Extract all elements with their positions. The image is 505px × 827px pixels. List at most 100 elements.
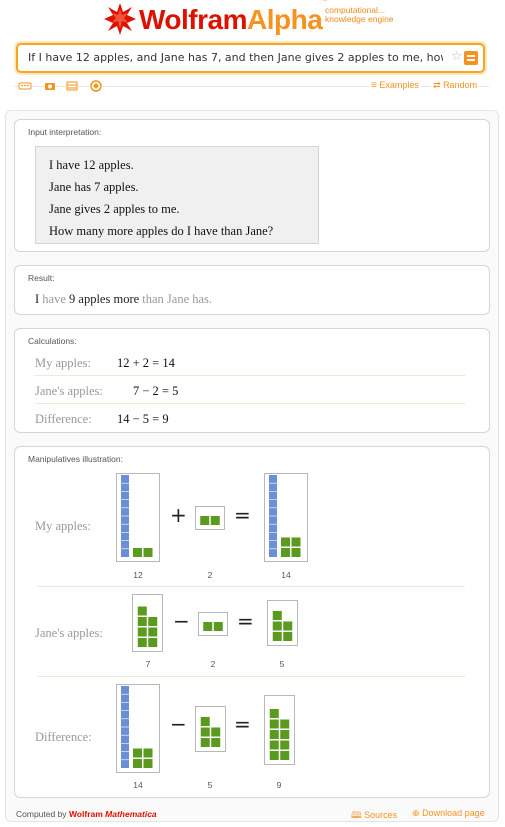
- favorite-star-icon[interactable]: ☆: [451, 49, 463, 64]
- interp-line: Jane gives 2 apples to me.: [49, 202, 180, 216]
- blocks-12: [121, 475, 153, 557]
- pod-calculations: Calculations: My apples: 12 + 2 = 14 Jan…: [14, 328, 490, 433]
- unit-cube: [210, 516, 220, 525]
- unit-cube: [137, 606, 147, 616]
- unit-cube: [200, 727, 210, 737]
- manipulative-frame: [264, 695, 295, 765]
- unit-cube: [291, 548, 301, 557]
- row-divider: [37, 586, 465, 587]
- pod-manipulatives: Manipulatives illustration: My apples: 1…: [14, 446, 490, 798]
- blocks-7: [137, 606, 158, 647]
- table-icon[interactable]: [66, 81, 78, 91]
- manipulative-frame: [267, 600, 298, 646]
- unit-cube: [269, 730, 279, 739]
- manipulative-frame: [116, 473, 160, 562]
- wolfram-star-icon: [104, 3, 136, 35]
- unit-cube: [272, 621, 282, 631]
- pod-title: Result:: [28, 273, 55, 283]
- logo-wolfram: Wolfram: [139, 4, 248, 35]
- unit-cube: [272, 632, 282, 641]
- quantity-label: 5: [279, 659, 285, 669]
- equals-sign: =: [237, 609, 254, 633]
- unit-cube: [133, 548, 142, 557]
- manipulative-frame: [195, 506, 225, 530]
- search-input-text[interactable]: If I have 12 apples, and Jane has 7, and…: [28, 51, 443, 64]
- manip-label: Difference:: [35, 730, 92, 744]
- quantity-label: 7: [145, 659, 151, 669]
- unit-cube: [269, 709, 279, 718]
- blocks-5: [272, 611, 293, 641]
- random-link[interactable]: ⇄ Random: [431, 80, 480, 91]
- quantity-label: 14: [281, 570, 291, 580]
- unit-cube: [137, 617, 147, 626]
- calc-expression: 14 − 5 = 9: [117, 412, 169, 426]
- sources-icon: 🕮: [351, 810, 362, 820]
- unit-cube: [272, 611, 282, 620]
- quantity-label: 2: [210, 659, 216, 669]
- operator: −: [170, 712, 187, 736]
- unit-cube: [281, 537, 290, 547]
- unit-cube: [211, 727, 221, 737]
- unit-cube: [137, 638, 147, 647]
- unit-cube: [280, 751, 290, 760]
- wolfram-alpha-logo[interactable]: WolframAlpha®: [139, 0, 328, 36]
- pod-input-interpretation: Input interpretation: I have 12 apples. …: [14, 119, 490, 252]
- unit-cube: [269, 751, 279, 760]
- unit-cube: [211, 738, 221, 747]
- unit-cube: [281, 548, 290, 557]
- calc-label: Difference:: [35, 412, 92, 426]
- calc-expression: 7 − 2 = 5: [133, 384, 179, 398]
- unit-cube: [133, 748, 142, 758]
- unit-cube: [283, 621, 293, 631]
- unit-cube: [148, 617, 158, 626]
- camera-icon[interactable]: [44, 81, 56, 91]
- pod-title: Manipulatives illustration:: [28, 454, 123, 464]
- equals-icon[interactable]: [464, 51, 478, 65]
- manipulative-frame: [195, 706, 226, 752]
- quantity-label: 5: [207, 780, 213, 790]
- blocks-9: [269, 709, 290, 760]
- keyboard-icon[interactable]: [18, 81, 32, 91]
- examples-link[interactable]: ≡ Examples: [369, 80, 421, 91]
- interp-line: I have 12 apples.: [49, 158, 134, 172]
- operator: −: [173, 609, 190, 633]
- computed-by[interactable]: Computed by Wolfram Mathematica: [16, 809, 157, 819]
- pod-title: Input interpretation:: [28, 127, 102, 137]
- row-divider: [35, 403, 465, 404]
- unit-cube: [291, 537, 301, 547]
- calc-label: My apples:: [35, 356, 91, 370]
- manip-label: Jane's apples:: [35, 626, 103, 640]
- unit-cube: [143, 748, 153, 758]
- interpretation-box: I have 12 apples. Jane has 7 apples. Jan…: [35, 146, 319, 244]
- unit-cube: [148, 627, 158, 637]
- unit-cube: [280, 730, 290, 739]
- equals-sign: =: [234, 503, 251, 527]
- manip-label: My apples:: [35, 519, 91, 533]
- manipulative-frame: [198, 612, 228, 636]
- manipulative-frame: [116, 684, 160, 773]
- interp-line: Jane has 7 apples.: [49, 180, 139, 194]
- unit-cube: [213, 622, 223, 631]
- row-divider: [37, 676, 465, 677]
- row-divider: [35, 375, 465, 376]
- pod-title: Calculations:: [28, 336, 77, 346]
- blocks-5: [200, 717, 221, 747]
- interp-line: How many more apples do I have than Jane…: [49, 224, 274, 238]
- unit-cube: [137, 627, 147, 637]
- unit-cube: [200, 516, 210, 525]
- unit-cube: [148, 638, 158, 647]
- tagline: computational... knowledge engine: [325, 5, 394, 24]
- download-icon: ⊕: [412, 808, 420, 818]
- search-input[interactable]: If I have 12 apples, and Jane has 7, and…: [16, 43, 485, 73]
- quantity-label: 14: [133, 780, 143, 790]
- sources-link[interactable]: 🕮 Sources: [351, 808, 397, 824]
- calc-expression: 12 + 2 = 14: [117, 356, 175, 370]
- unit-cube: [143, 759, 153, 768]
- download-page-link[interactable]: ⊕ Download page: [412, 808, 485, 819]
- blocks-14: [269, 475, 301, 557]
- result-text: I have 9 apples more than Jane has.: [35, 292, 213, 306]
- random-icon[interactable]: [89, 80, 103, 92]
- unit-cube: [269, 740, 279, 750]
- unit-cube: [200, 738, 210, 747]
- unit-cube: [133, 759, 142, 768]
